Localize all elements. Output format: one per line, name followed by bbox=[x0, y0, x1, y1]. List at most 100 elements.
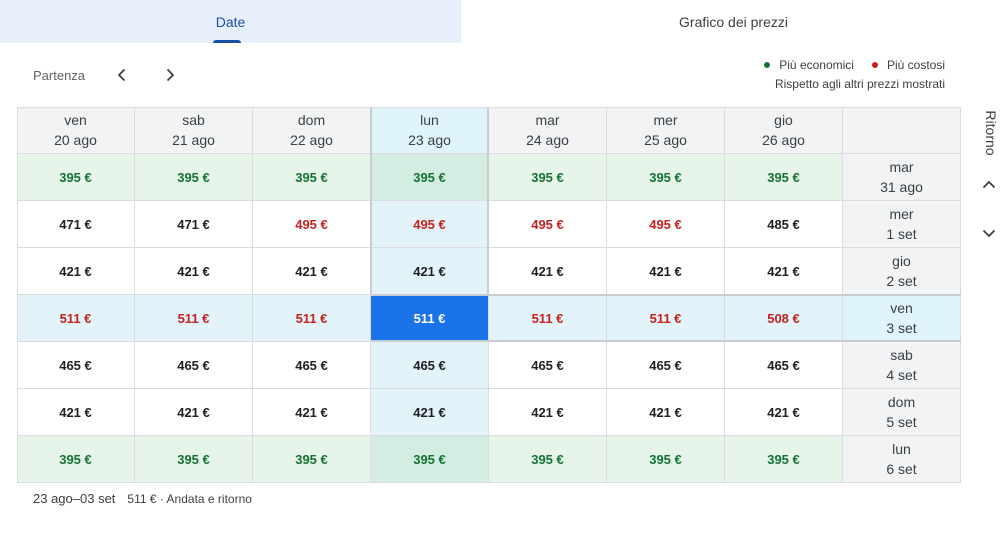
tab-price-chart-label: Grafico dei prezzi bbox=[679, 13, 788, 30]
tab-active-indicator bbox=[213, 40, 241, 43]
return-date-header[interactable]: mer 1 set bbox=[843, 201, 961, 248]
price-cell[interactable]: 485 € bbox=[725, 201, 843, 248]
price-cell[interactable]: 395 € bbox=[135, 436, 253, 483]
price-cell[interactable]: 511 € bbox=[607, 295, 725, 342]
price-cell[interactable]: 511 € bbox=[253, 295, 371, 342]
departure-date-header[interactable]: dom 22 ago bbox=[253, 107, 371, 154]
price-cell[interactable]: 471 € bbox=[135, 201, 253, 248]
price-cell[interactable]: 495 € bbox=[607, 201, 725, 248]
return-date-header[interactable]: gio 2 set bbox=[843, 248, 961, 295]
price-cell[interactable]: 421 € bbox=[253, 248, 371, 295]
price-cell[interactable]: 495 € bbox=[489, 201, 607, 248]
price-cell[interactable]: 421 € bbox=[725, 248, 843, 295]
tab-bar: Date Grafico dei prezzi bbox=[0, 0, 1006, 43]
price-cell[interactable]: 465 € bbox=[371, 342, 489, 389]
return-day: mar bbox=[889, 159, 914, 175]
red-dot-icon bbox=[871, 62, 878, 68]
price-cell[interactable]: 511 € bbox=[135, 295, 253, 342]
price-cell[interactable]: 511 € bbox=[489, 295, 607, 342]
price-cell[interactable]: 395 € bbox=[607, 436, 725, 483]
price-cell[interactable]: 421 € bbox=[253, 389, 371, 436]
chevron-right-icon bbox=[166, 68, 175, 82]
return-day: mer bbox=[889, 206, 914, 222]
return-prev-button[interactable] bbox=[977, 173, 1001, 197]
price-cell[interactable]: 395 € bbox=[17, 436, 135, 483]
price-cell[interactable]: 395 € bbox=[371, 154, 489, 201]
legend-pricier: Più costosi bbox=[871, 58, 945, 72]
price-cell[interactable]: 465 € bbox=[253, 342, 371, 389]
price-cell[interactable]: 421 € bbox=[489, 389, 607, 436]
departure-date-header[interactable]: mar 24 ago bbox=[489, 107, 607, 154]
return-date-header[interactable]: dom 5 set bbox=[843, 389, 961, 436]
price-cell[interactable]: 471 € bbox=[17, 201, 135, 248]
price-cell[interactable]: 395 € bbox=[17, 154, 135, 201]
return-date: 6 set bbox=[886, 461, 917, 477]
price-cell[interactable]: 395 € bbox=[489, 154, 607, 201]
departure-next-button[interactable] bbox=[158, 63, 182, 87]
price-cell[interactable]: 395 € bbox=[725, 436, 843, 483]
departure-day: dom bbox=[297, 112, 326, 128]
departure-day: mar bbox=[535, 112, 560, 128]
price-cell[interactable]: 395 € bbox=[725, 154, 843, 201]
price-cell[interactable]: 465 € bbox=[17, 342, 135, 389]
departure-date: 25 ago bbox=[644, 132, 687, 148]
departure-date: 20 ago bbox=[54, 132, 97, 148]
departure-date: 26 ago bbox=[762, 132, 805, 148]
price-cell[interactable]: 511 € bbox=[17, 295, 135, 342]
departure-date: 24 ago bbox=[526, 132, 569, 148]
price-cell[interactable]: 395 € bbox=[489, 436, 607, 483]
return-date-header[interactable]: sab 4 set bbox=[843, 342, 961, 389]
price-cell[interactable]: 395 € bbox=[607, 154, 725, 201]
return-date: 5 set bbox=[886, 414, 917, 430]
price-cell[interactable]: 421 € bbox=[489, 248, 607, 295]
departure-prev-button[interactable] bbox=[110, 63, 134, 87]
price-cell[interactable]: 421 € bbox=[607, 248, 725, 295]
departure-date-header[interactable]: gio 26 ago bbox=[725, 107, 843, 154]
departure-label: Partenza bbox=[33, 67, 86, 83]
departure-date-header[interactable]: ven 20 ago bbox=[17, 107, 135, 154]
return-date: 1 set bbox=[886, 226, 917, 242]
tab-price-chart[interactable]: Grafico dei prezzi bbox=[461, 0, 1006, 43]
price-legend: Più economici Più costosi Rispetto agli … bbox=[746, 57, 945, 93]
return-label: Ritorno bbox=[983, 110, 999, 156]
departure-date-header[interactable]: lun 23 ago bbox=[371, 107, 489, 154]
tab-date-label: Date bbox=[215, 13, 246, 30]
departure-date-header[interactable]: sab 21 ago bbox=[135, 107, 253, 154]
price-cell[interactable]: 421 € bbox=[17, 389, 135, 436]
price-cell[interactable]: 465 € bbox=[725, 342, 843, 389]
price-cell[interactable]: 421 € bbox=[135, 389, 253, 436]
price-cell[interactable]: 421 € bbox=[17, 248, 135, 295]
departure-day: lun bbox=[420, 112, 439, 128]
departure-date: 21 ago bbox=[172, 132, 215, 148]
price-cell[interactable]: 465 € bbox=[135, 342, 253, 389]
departure-date-header[interactable]: mer 25 ago bbox=[607, 107, 725, 154]
return-day: lun bbox=[892, 441, 911, 457]
price-cell[interactable]: 395 € bbox=[371, 436, 489, 483]
price-cell[interactable]: 421 € bbox=[371, 389, 489, 436]
price-cell[interactable]: 421 € bbox=[135, 248, 253, 295]
return-day: gio bbox=[892, 253, 911, 269]
price-cell[interactable]: 395 € bbox=[253, 154, 371, 201]
price-cell[interactable]: 421 € bbox=[371, 248, 489, 295]
return-date: 4 set bbox=[886, 367, 917, 383]
price-cell[interactable]: 495 € bbox=[253, 201, 371, 248]
chevron-up-icon bbox=[982, 180, 996, 189]
price-cell[interactable]: 465 € bbox=[607, 342, 725, 389]
price-cell[interactable]: 395 € bbox=[253, 436, 371, 483]
return-date-header[interactable]: lun 6 set bbox=[843, 436, 961, 483]
tab-date[interactable]: Date bbox=[0, 0, 461, 43]
legend-pricier-label: Più costosi bbox=[886, 58, 945, 72]
price-cell[interactable]: 421 € bbox=[607, 389, 725, 436]
price-cell[interactable]: 508 € bbox=[725, 295, 843, 342]
price-cell[interactable]: 465 € bbox=[489, 342, 607, 389]
price-cell-selected[interactable]: 511 € bbox=[371, 295, 489, 342]
price-cell[interactable]: 495 € bbox=[371, 201, 489, 248]
price-cell[interactable]: 395 € bbox=[135, 154, 253, 201]
return-date-header[interactable]: mar 31 ago bbox=[843, 154, 961, 201]
return-date-header[interactable]: ven 3 set bbox=[843, 295, 961, 342]
price-cell[interactable]: 421 € bbox=[725, 389, 843, 436]
return-next-button[interactable] bbox=[977, 221, 1001, 245]
return-date: 3 set bbox=[886, 320, 917, 336]
selected-dates: 23 ago–03 set bbox=[33, 491, 116, 506]
legend-cheaper-label: Più economici bbox=[779, 58, 854, 72]
